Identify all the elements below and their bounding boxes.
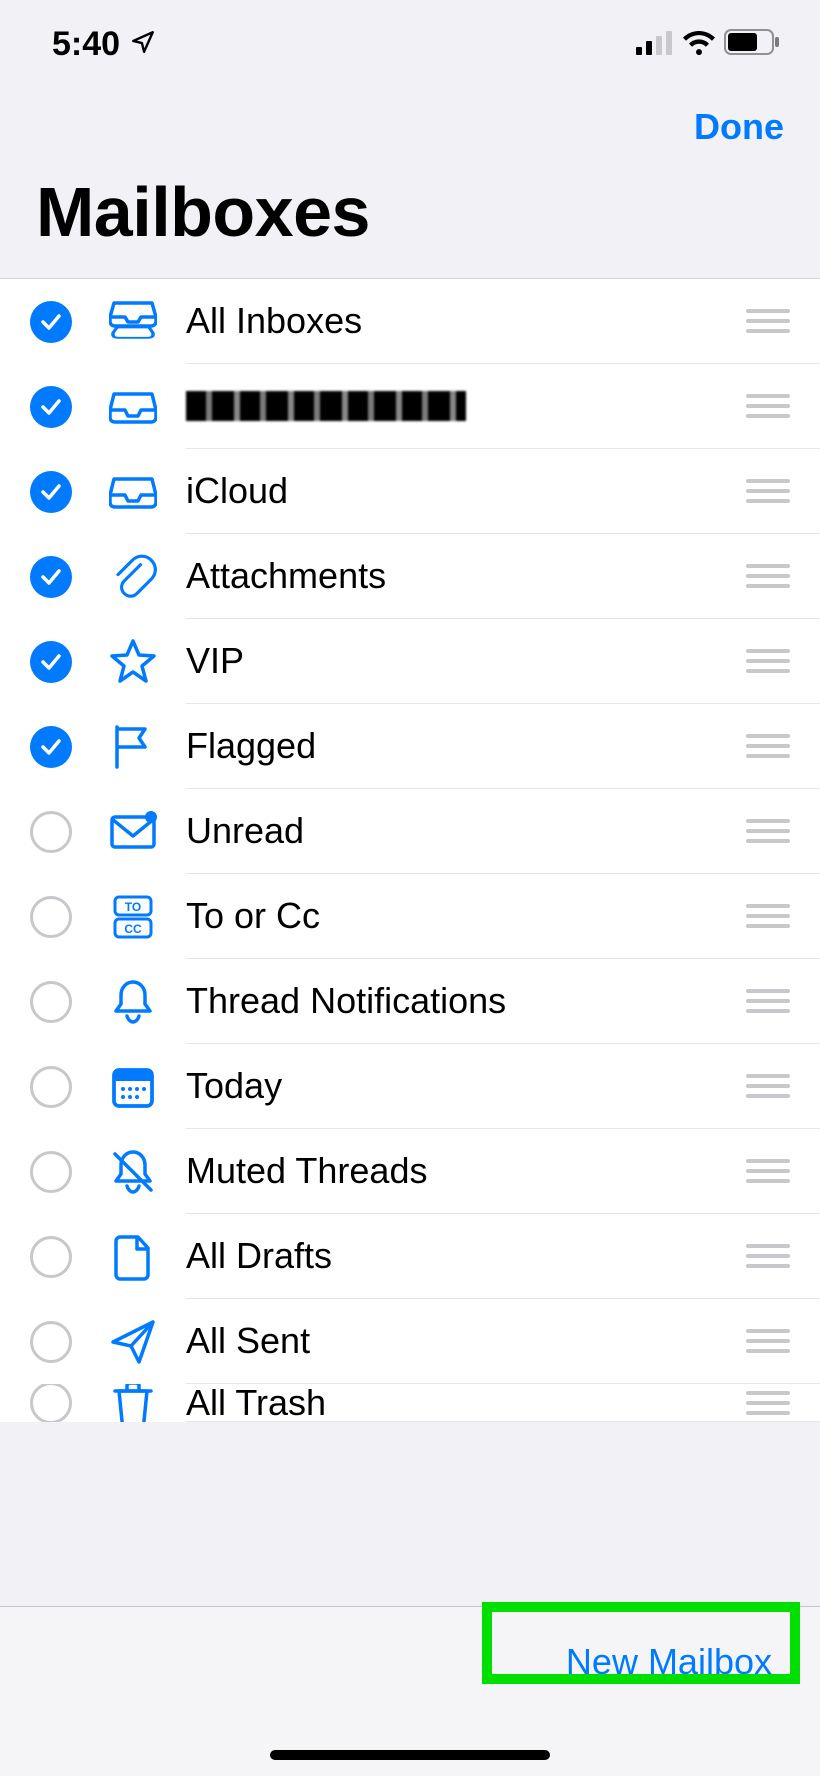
mailbox-label: All Sent: [186, 1320, 746, 1362]
mailbox-row[interactable]: All Trash: [0, 1384, 820, 1422]
row-body: To or Cc: [186, 874, 820, 959]
nav-bar: Done: [0, 88, 820, 166]
row-body: All Inboxes: [186, 279, 820, 364]
drag-handle-icon[interactable]: [746, 904, 790, 928]
document-icon: [106, 1233, 160, 1281]
bell-icon: [106, 978, 160, 1026]
mailbox-row[interactable]: iCloud: [0, 449, 820, 534]
row-body: All Sent: [186, 1299, 820, 1384]
paperplane-icon: [106, 1318, 160, 1366]
home-indicator: [270, 1750, 550, 1760]
row-body: VIP: [186, 619, 820, 704]
drag-handle-icon[interactable]: [746, 1244, 790, 1268]
drag-handle-icon[interactable]: [746, 1159, 790, 1183]
mailbox-label: Thread Notifications: [186, 980, 746, 1022]
mailbox-row[interactable]: Flagged: [0, 704, 820, 789]
mailbox-label: Unread: [186, 810, 746, 852]
tray-icon: [106, 468, 160, 516]
status-time: 5:40: [52, 25, 120, 64]
drag-handle-icon[interactable]: [746, 564, 790, 588]
new-mailbox-button[interactable]: New Mailbox: [548, 1633, 790, 1691]
mailbox-label: All Trash: [186, 1384, 746, 1422]
drag-handle-icon[interactable]: [746, 309, 790, 333]
row-body: Attachments: [186, 534, 820, 619]
mailbox-label: Muted Threads: [186, 1150, 746, 1192]
trash-icon: [106, 1384, 160, 1422]
flag-icon: [106, 723, 160, 771]
bell-slash-icon: [106, 1148, 160, 1196]
mailbox-row[interactable]: Muted Threads: [0, 1129, 820, 1214]
page-title: Mailboxes: [0, 166, 820, 278]
mailbox-label: Attachments: [186, 555, 746, 597]
selection-checkbox[interactable]: [30, 641, 72, 683]
drag-handle-icon[interactable]: [746, 734, 790, 758]
cellular-icon: [636, 25, 674, 64]
mailbox-label-redacted: [186, 391, 466, 421]
selection-checkbox[interactable]: [30, 896, 72, 938]
mailbox-row[interactable]: Unread: [0, 789, 820, 874]
row-body: iCloud: [186, 449, 820, 534]
selection-checkbox[interactable]: [30, 1236, 72, 1278]
mailbox-label: All Drafts: [186, 1235, 746, 1277]
star-icon: [106, 638, 160, 686]
inboxes-icon: [106, 298, 160, 346]
mailbox-row[interactable]: Attachments: [0, 534, 820, 619]
selection-checkbox[interactable]: [30, 1151, 72, 1193]
selection-checkbox[interactable]: [30, 556, 72, 598]
drag-handle-icon[interactable]: [746, 394, 790, 418]
mailbox-row[interactable]: All Sent: [0, 1299, 820, 1384]
battery-icon: [724, 25, 780, 64]
mailbox-row[interactable]: VIP: [0, 619, 820, 704]
calendar-icon: [106, 1063, 160, 1111]
done-button[interactable]: Done: [690, 88, 788, 166]
row-body: Today: [186, 1044, 820, 1129]
mailbox-label: VIP: [186, 640, 746, 682]
row-body: Flagged: [186, 704, 820, 789]
selection-checkbox[interactable]: [30, 1321, 72, 1363]
status-bar: 5:40: [0, 0, 820, 88]
mailbox-row[interactable]: To or Cc: [0, 874, 820, 959]
tray-icon: [106, 383, 160, 431]
to-cc-icon: [106, 893, 160, 941]
row-body: [186, 364, 820, 449]
mailbox-label: Today: [186, 1065, 746, 1107]
selection-checkbox[interactable]: [30, 981, 72, 1023]
mailbox-label: Flagged: [186, 725, 746, 767]
mailbox-list: All Inboxes iCloud Attachments VIP Flagged Un…: [0, 278, 820, 1422]
drag-handle-icon[interactable]: [746, 479, 790, 503]
mailbox-row[interactable]: All Inboxes: [0, 279, 820, 364]
row-body: All Trash: [186, 1384, 820, 1422]
selection-checkbox[interactable]: [30, 726, 72, 768]
drag-handle-icon[interactable]: [746, 649, 790, 673]
drag-handle-icon[interactable]: [746, 819, 790, 843]
row-body: Muted Threads: [186, 1129, 820, 1214]
row-body: Thread Notifications: [186, 959, 820, 1044]
drag-handle-icon[interactable]: [746, 1074, 790, 1098]
selection-checkbox[interactable]: [30, 386, 72, 428]
selection-checkbox[interactable]: [30, 1066, 72, 1108]
mailbox-row[interactable]: Today: [0, 1044, 820, 1129]
row-body: All Drafts: [186, 1214, 820, 1299]
drag-handle-icon[interactable]: [746, 1391, 790, 1415]
row-body: Unread: [186, 789, 820, 874]
location-icon: [130, 25, 156, 64]
selection-checkbox[interactable]: [30, 471, 72, 513]
selection-checkbox[interactable]: [30, 811, 72, 853]
paperclip-icon: [106, 553, 160, 601]
drag-handle-icon[interactable]: [746, 1329, 790, 1353]
mailbox-label: To or Cc: [186, 895, 746, 937]
selection-checkbox[interactable]: [30, 301, 72, 343]
mailbox-label: iCloud: [186, 470, 746, 512]
mailbox-row[interactable]: Thread Notifications: [0, 959, 820, 1044]
mailbox-row[interactable]: All Drafts: [0, 1214, 820, 1299]
wifi-icon: [682, 25, 716, 64]
drag-handle-icon[interactable]: [746, 989, 790, 1013]
envelope-badge-icon: [106, 808, 160, 856]
selection-checkbox[interactable]: [30, 1384, 72, 1422]
mailbox-label: All Inboxes: [186, 300, 746, 342]
mailbox-row[interactable]: [0, 364, 820, 449]
